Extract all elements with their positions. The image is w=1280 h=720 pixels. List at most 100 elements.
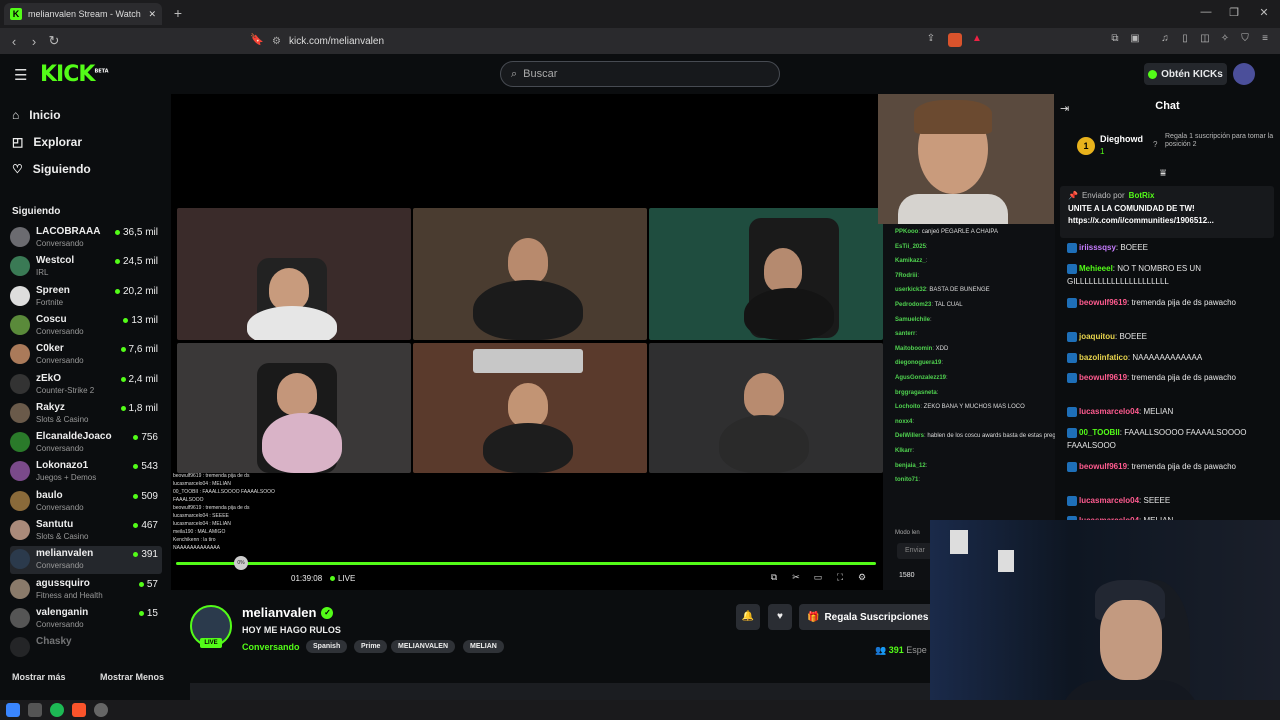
embedded-chat-user[interactable]: Samuelchile — [895, 317, 930, 323]
embedded-chat-user[interactable]: userkick32 — [895, 287, 926, 293]
music-icon[interactable]: ♫ — [1158, 33, 1172, 47]
screenshot-icon[interactable]: ▣ — [1128, 33, 1142, 47]
maximize-button[interactable]: ❐ — [1224, 6, 1244, 19]
embedded-chat-user[interactable]: 7Rodriii — [895, 273, 917, 279]
browser-tab[interactable]: K melianvalen Stream - Watch ✕ — [4, 3, 162, 25]
chat-username[interactable]: lucasmarcelo04 — [1079, 496, 1139, 505]
embedded-chat-user[interactable]: KIkarr — [895, 448, 912, 454]
vpn-icon[interactable]: ⛉ — [1238, 33, 1252, 47]
minimize-button[interactable]: — — [1196, 6, 1216, 18]
chat-username[interactable]: beowulf9619 — [1079, 298, 1127, 307]
settings-gear-icon[interactable]: ⚙ — [856, 572, 868, 584]
sidebar-channel-agussquiro[interactable]: agussquiro Fitness and Health 57 — [10, 576, 162, 604]
clip-icon[interactable]: ✂ — [790, 572, 802, 584]
embedded-chat-user[interactable]: Maitoboomin — [895, 346, 932, 352]
chat-username[interactable]: beowulf9619 — [1079, 373, 1127, 382]
sidebar-channel-baulo[interactable]: baulo Conversando 509 — [10, 488, 162, 516]
embedded-chat-user[interactable]: noxx4 — [895, 419, 912, 425]
get-kicks-button[interactable]: Obtén KICKs — [1144, 63, 1227, 85]
embedded-chat-user[interactable]: brggragasneta — [895, 390, 937, 396]
sidebar-channel-valenganin[interactable]: valenganin Conversando 15 — [10, 605, 162, 633]
notification-bell-icon[interactable]: 🔔 — [736, 604, 760, 630]
chat-username[interactable]: 00_TOOBII — [1079, 428, 1120, 437]
site-info-icon[interactable]: ⚙ — [272, 36, 281, 47]
embedded-chat-user[interactable]: EsTii_2025 — [895, 244, 926, 250]
sidebar-channel-lacobraaa[interactable]: LACOBRAAA Conversando 36,5 mil — [10, 224, 162, 252]
fullscreen-icon[interactable]: ⛶ — [834, 572, 846, 584]
menu-icon[interactable]: ≡ — [1258, 33, 1272, 47]
sidebar-channel-zeko[interactable]: zEkO Counter-Strike 2 2,4 mil — [10, 371, 162, 399]
chat-username[interactable]: beowulf9619 — [1079, 462, 1127, 471]
new-tab-button[interactable]: + — [170, 5, 186, 21]
filter-icon[interactable]: ⩸ — [1160, 168, 1166, 179]
bookmark-icon[interactable]: 🔖 — [250, 33, 264, 46]
embedded-chat-user[interactable]: PPKooo — [895, 229, 918, 235]
embedded-chat-user[interactable]: diegonoguera19 — [895, 360, 941, 366]
tag-spanish[interactable]: Spanish — [306, 640, 348, 653]
tab-close-icon[interactable]: ✕ — [148, 9, 156, 20]
brave-icon[interactable] — [72, 703, 86, 717]
theater-mode-icon[interactable]: ▭ — [812, 572, 824, 584]
taskbar-app-icon[interactable] — [28, 703, 42, 717]
share-icon[interactable]: ⇪ — [924, 33, 938, 47]
windows-start-icon[interactable] — [6, 703, 20, 717]
sidebar-channel-melianvalen[interactable]: melianvalen Conversando 391 — [10, 546, 162, 575]
search-input[interactable]: ⌕ Buscar — [500, 61, 780, 87]
embedded-chat-user[interactable]: Pedrodom23 — [895, 302, 931, 308]
pip-icon[interactable]: ⧉ — [768, 572, 780, 584]
show-less-button[interactable]: Mostrar Menos — [100, 672, 164, 682]
sidebar-item-explorar[interactable]: ◰ Explorar — [12, 135, 82, 149]
url-field[interactable]: ⚙ kick.com/melianvalen — [272, 32, 992, 50]
pinned-sender[interactable]: BotRix — [1129, 191, 1155, 200]
show-more-button[interactable]: Mostrar más — [12, 672, 66, 682]
embedded-chat-user[interactable]: Kamikazz_ — [895, 258, 926, 264]
reload-icon[interactable]: ↻ — [44, 33, 64, 49]
sidebar-channel-spreen[interactable]: Spreen Fortnite 20,2 mil — [10, 283, 162, 311]
follow-heart-icon[interactable]: ♥ — [768, 604, 792, 630]
chat-username[interactable]: lucasmarcelo04 — [1079, 407, 1139, 416]
sidebar-item-inicio[interactable]: ⌂ Inicio — [12, 108, 61, 122]
tag-melianvalen[interactable]: MELIANVALEN — [391, 640, 456, 653]
wallet-icon[interactable]: ◫ — [1198, 33, 1212, 47]
forward-icon[interactable]: › — [24, 34, 44, 49]
obs-icon[interactable] — [94, 703, 108, 717]
sidebar-channel-elcanaldejoaco[interactable]: ElcanaldeJoaco Conversando 756 — [10, 429, 162, 457]
avatar[interactable] — [1233, 63, 1255, 85]
channel-name[interactable]: melianvalen ✓ — [242, 605, 334, 620]
brave-rewards-icon[interactable]: ▲ — [970, 33, 984, 47]
progress-bar[interactable]: 0% — [176, 556, 876, 570]
sidebar-toggle-icon[interactable]: ▯ — [1178, 33, 1192, 47]
embedded-chat-user[interactable]: AgusGonzalezz19 — [895, 375, 946, 381]
spotify-icon[interactable] — [50, 703, 64, 717]
extensions-icon[interactable]: ⧉ — [1108, 33, 1122, 47]
tag-melian[interactable]: MELIAN — [463, 640, 504, 653]
sidebar-channel-coscu[interactable]: Coscu Conversando 13 mil — [10, 312, 162, 340]
sidebar-channel-westcol[interactable]: Westcol IRL 24,5 mil — [10, 253, 162, 281]
sidebar-channel-chasky[interactable]: Chasky — [10, 634, 162, 662]
sidebar-channel-rakyz[interactable]: Rakyz Slots & Casino 1,8 mil — [10, 400, 162, 428]
leo-ai-icon[interactable]: ✧ — [1218, 33, 1232, 47]
embedded-chat-user[interactable]: DelWillers — [895, 433, 924, 439]
sidebar-channel-c0ker[interactable]: C0ker Conversando 7,6 mil — [10, 341, 162, 369]
chat-username[interactable]: bazolinfatico — [1079, 353, 1128, 362]
chat-username[interactable]: joaquitou — [1079, 332, 1115, 341]
top-gifter-name[interactable]: Dieghowd — [1100, 134, 1143, 144]
tag-prime[interactable]: Prime — [354, 640, 388, 653]
chat-username[interactable]: iriisssqsy — [1079, 243, 1116, 252]
embedded-chat-user[interactable]: benjaia_12 — [895, 463, 926, 469]
back-icon[interactable]: ‹ — [4, 34, 24, 49]
embedded-chat-user[interactable]: tonito71 — [895, 477, 918, 483]
pinned-link[interactable]: https://x.com/i/communities/1906512... — [1068, 215, 1266, 227]
volume-indicator[interactable]: 0% — [234, 556, 248, 570]
sidebar-channel-lokonazo1[interactable]: Lokonazo1 Juegos + Demos 543 — [10, 458, 162, 486]
embedded-chat-user[interactable]: santerr — [895, 331, 915, 337]
sidebar-channel-santutu[interactable]: Santutu Slots & Casino 467 — [10, 517, 162, 545]
stream-category[interactable]: Conversando — [242, 642, 300, 652]
gift-subs-button[interactable]: 🎁 Regala Suscripciones — [799, 604, 935, 630]
brave-shield-icon[interactable] — [948, 33, 962, 47]
sidebar-item-siguiendo[interactable]: ♡ Siguiendo — [12, 162, 91, 176]
close-window-button[interactable]: ✕ — [1254, 6, 1274, 19]
chat-username[interactable]: Mehieeel — [1079, 264, 1113, 273]
embedded-chat-user[interactable]: Lochoito — [895, 404, 920, 410]
hamburger-menu-icon[interactable]: ☰ — [14, 66, 27, 84]
